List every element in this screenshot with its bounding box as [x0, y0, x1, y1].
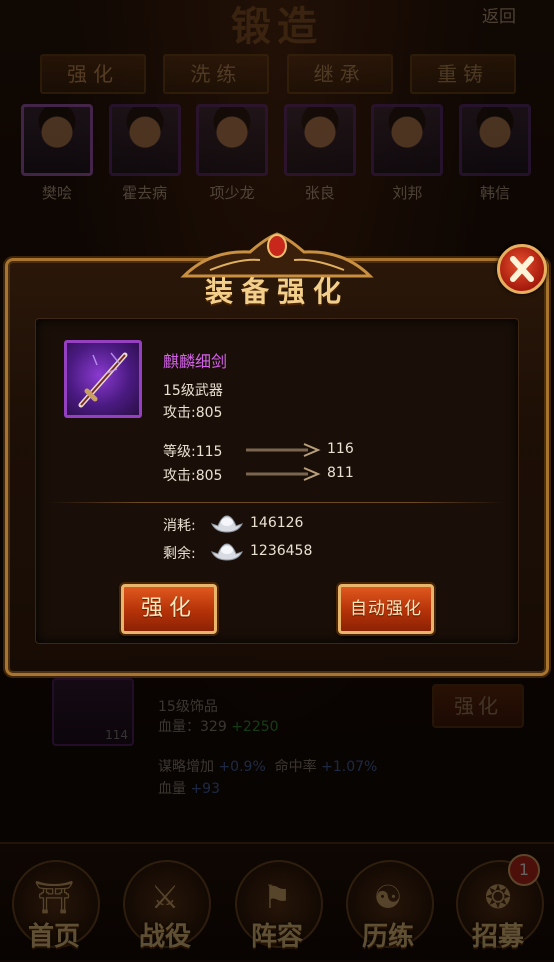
arrow-right-icon — [246, 443, 321, 457]
divider — [50, 502, 504, 503]
cost-value: 146126 — [250, 515, 304, 531]
attack-current: 攻击:805 — [163, 468, 223, 484]
close-x-icon — [510, 256, 534, 282]
item-name: 麒麟细剑 — [163, 352, 228, 371]
sword-icon — [78, 352, 128, 408]
remain-label: 剩余: — [163, 546, 196, 562]
modal-title: 装备强化 — [204, 275, 349, 308]
silver-ingot-icon — [211, 515, 243, 533]
level-next: 116 — [327, 441, 354, 457]
auto-strengthen-button[interactable]: 自动强化 — [338, 584, 434, 634]
item-level-type: 15级武器 — [163, 383, 223, 399]
arrow-right-icon — [246, 467, 321, 481]
remain-value: 1236458 — [250, 543, 313, 559]
strengthen-button[interactable]: 强化 — [121, 584, 217, 634]
close-button[interactable] — [497, 244, 547, 294]
item-attack: 攻击:805 — [163, 405, 223, 421]
level-current: 等级:115 — [163, 444, 223, 460]
cost-label: 消耗: — [163, 518, 196, 534]
attack-next: 811 — [327, 465, 354, 481]
equipment-slot[interactable] — [64, 340, 142, 418]
silver-ingot-icon — [211, 543, 243, 561]
